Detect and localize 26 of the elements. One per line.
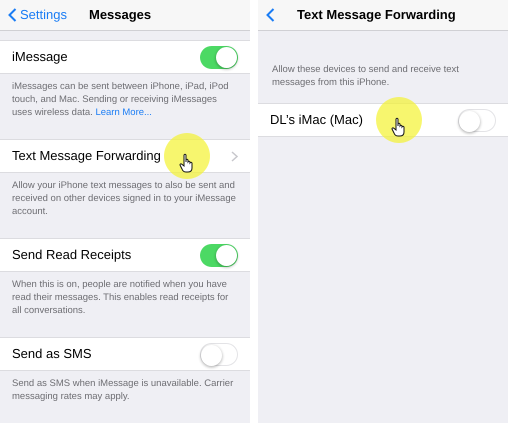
toggle-switch[interactable] [458, 108, 496, 132]
back-chevron-icon [8, 8, 17, 22]
back-button[interactable]: Settings [0, 5, 67, 25]
row-label: iMessage [12, 48, 68, 66]
toggle-switch[interactable] [200, 244, 238, 266]
back-chevron-icon [266, 8, 275, 22]
hand-pointer-icon [179, 153, 195, 173]
settings-row[interactable]: iMessage [0, 40, 250, 74]
section-footer: Send as SMS when iMessage is unavailable. Carrier messaging rates may apply. [0, 371, 250, 423]
settings-row[interactable]: Send Read Receipts [0, 238, 250, 272]
row-label: DL’s iMac (Mac) [270, 111, 363, 130]
row-label: Send as SMS [12, 345, 92, 364]
row-label: Send Read Receipts [12, 246, 132, 264]
settings-row[interactable]: Send as SMS [0, 337, 250, 371]
section-footer: Allow your iPhone text messages to also be sent and received on other devices signed in to your iMessage account. [0, 173, 250, 238]
toggle-switch[interactable] [200, 342, 238, 366]
learn-more-link[interactable]: Learn More... [95, 107, 152, 118]
section-description: Allow these devices to send and receive text messages from this iPhone. [271, 63, 460, 90]
nav-title: Messages [88, 6, 152, 24]
nav-title: Text Message Forwarding [297, 6, 456, 24]
toggle-switch[interactable] [200, 46, 238, 68]
hand-pointer-icon [391, 117, 407, 137]
row-label: Text Message Forwarding [12, 147, 161, 166]
section-footer: When this is on, people are notified when you have read their messages. This enables read receipts for all conversations. [0, 272, 250, 337]
chevron-right-icon [231, 150, 238, 162]
section-footer: iMessages can be sent between iPhone, iPad, iPod touch, and Mac. Sending or receiving iMessages uses wireless data. Learn More... [0, 74, 250, 139]
